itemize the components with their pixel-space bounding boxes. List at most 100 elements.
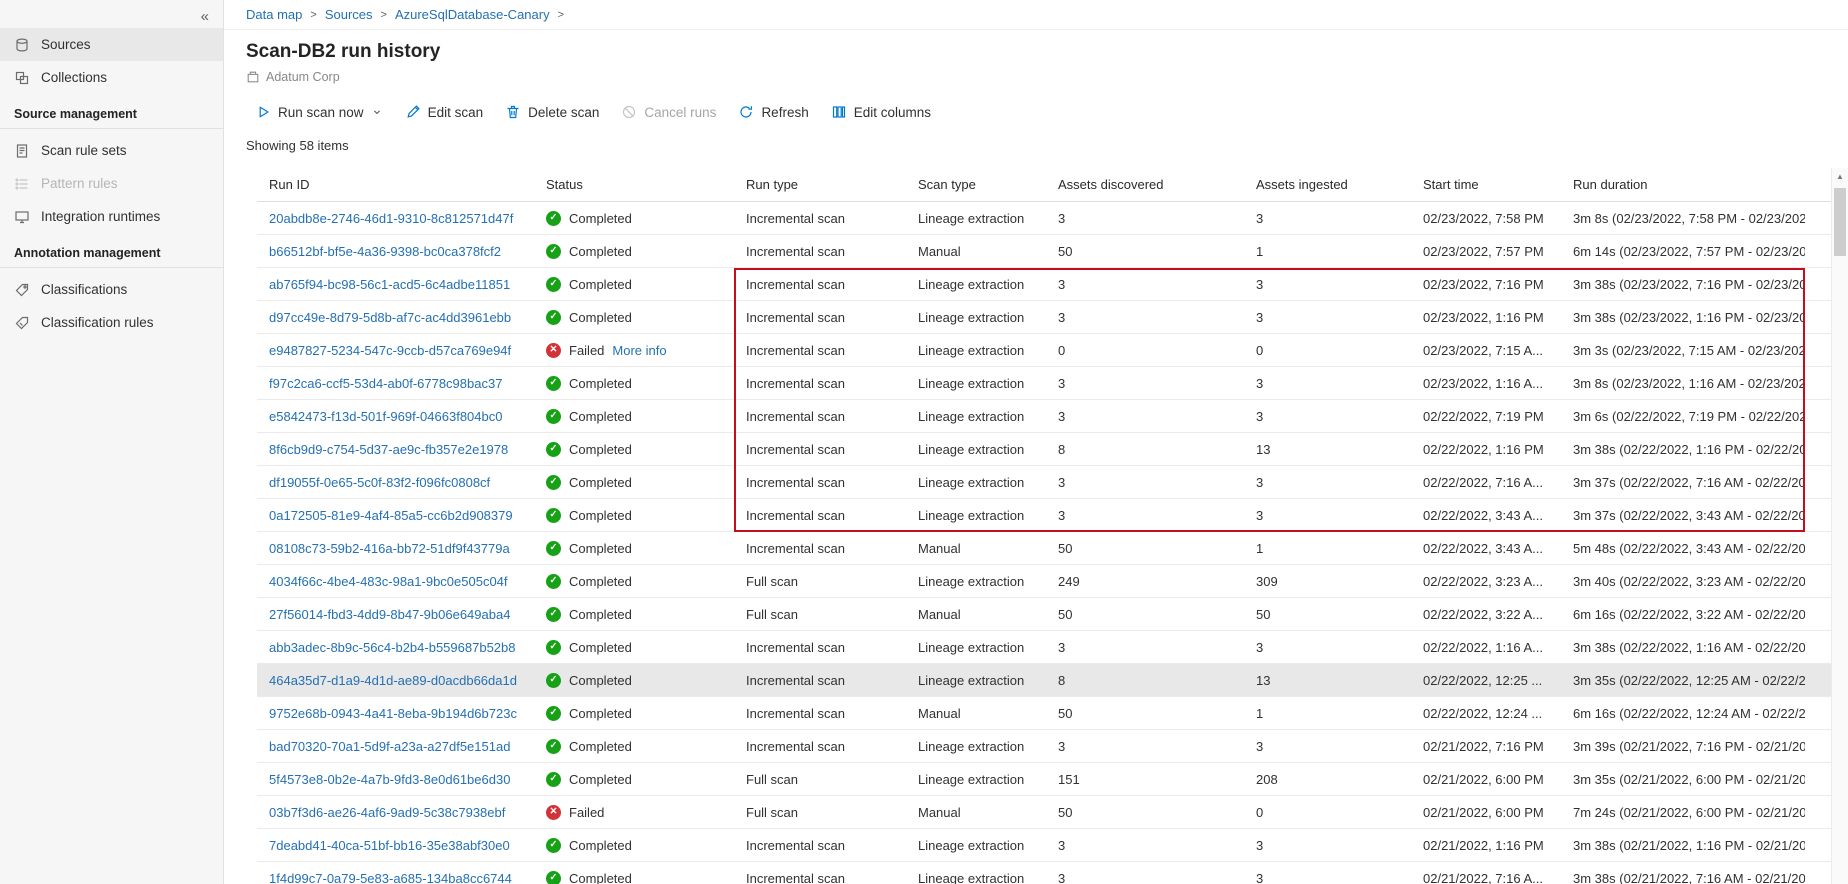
status-label: Completed	[569, 705, 632, 721]
column-header-status[interactable]: Status	[534, 177, 734, 192]
vertical-scrollbar[interactable]: ▲	[1831, 168, 1848, 884]
breadcrumb-link-sources[interactable]: Sources	[325, 7, 373, 22]
run-id-link[interactable]: 7deabd41-40ca-51bf-bb16-35e38abf30e0	[269, 838, 510, 853]
run-id-link[interactable]: 8f6cb9d9-c754-5d37-ae9c-fb357e2e1978	[269, 442, 508, 457]
table-row[interactable]: abb3adec-8b9c-56c4-b2b4-b559687b52b8 ✓ Com…	[257, 631, 1831, 664]
run-id-link[interactable]: f97c2ca6-ccf5-53d4-ab0f-6778c98bac37	[269, 376, 502, 391]
run-id-cell: abb3adec-8b9c-56c4-b2b4-b559687b52b8	[257, 640, 534, 655]
run-id-link[interactable]: 9752e68b-0943-4a41-8eba-9b194d6b723c	[269, 706, 517, 721]
table-row[interactable]: 08108c73-59b2-416a-bb72-51df9f43779a ✓ Com…	[257, 532, 1831, 565]
run-id-link[interactable]: 0a172505-81e9-4af4-85a5-cc6b2d908379	[269, 508, 513, 523]
column-header-run-id[interactable]: Run ID	[257, 177, 534, 192]
column-header-start-time[interactable]: Start time	[1411, 177, 1561, 192]
run-id-link[interactable]: df19055f-0e65-5c0f-83f2-f096fc0808cf	[269, 475, 490, 490]
table-row[interactable]: 7deabd41-40ca-51bf-bb16-35e38abf30e0 ✓ Com…	[257, 829, 1831, 862]
run-id-link[interactable]: 08108c73-59b2-416a-bb72-51df9f43779a	[269, 541, 510, 556]
edit-columns-button[interactable]: Edit columns	[820, 97, 942, 127]
table-row[interactable]: f97c2ca6-ccf5-53d4-ab0f-6778c98bac37 ✓ Com…	[257, 367, 1831, 400]
assets-ingested-cell: 3	[1256, 870, 1264, 884]
table-row[interactable]: 20abdb8e-2746-46d1-9310-8c812571d47f ✓ Com…	[257, 202, 1831, 235]
sidebar-item-classification-rules[interactable]: Classification rules	[0, 306, 223, 339]
more-info-link[interactable]: More info	[612, 343, 666, 358]
table-row[interactable]: 1f4d99c7-0a79-5e83-a685-134ba8cc6744 ✓ Com…	[257, 862, 1831, 884]
table-row[interactable]: bad70320-70a1-5d9f-a23a-a27df5e151ad ✓ Com…	[257, 730, 1831, 763]
run-id-link[interactable]: 03b7f3d6-ae26-4af6-9ad9-5c38c7938ebf	[269, 805, 505, 820]
scan-type-cell: Lineage extraction	[918, 771, 1025, 787]
run-type-cell: Incremental scan	[746, 474, 845, 490]
sidebar-collapse-button[interactable]: «	[197, 4, 213, 28]
run-id-link[interactable]: d97cc49e-8d79-5d8b-af7c-ac4dd3961ebb	[269, 310, 511, 325]
table-row[interactable]: 5f4573e8-0b2e-4a7b-9fd3-8e0d61be6d30 ✓ Com…	[257, 763, 1831, 796]
assets-ingested-cell: 3	[1256, 408, 1264, 424]
run-id-link[interactable]: 5f4573e8-0b2e-4a7b-9fd3-8e0d61be6d30	[269, 772, 510, 787]
run-id-link[interactable]: abb3adec-8b9c-56c4-b2b4-b559687b52b8	[269, 640, 516, 655]
run-id-link[interactable]: 4034f66c-4be4-483c-98a1-9bc0e505c04f	[269, 574, 508, 589]
run-type-cell: Full scan	[746, 804, 799, 820]
status-cell: ✓ Completed	[534, 705, 734, 721]
table-row[interactable]: b66512bf-bf5e-4a36-9398-bc0ca378fcf2 ✓ Com…	[257, 235, 1831, 268]
table-row[interactable]: e9487827-5234-547c-9ccb-d57ca769e94f ✕ Fai…	[257, 334, 1831, 367]
table-row[interactable]: ab765f94-bc98-56c1-acd5-6c4adbe11851 ✓ Com…	[257, 268, 1831, 301]
table-row[interactable]: 8f6cb9d9-c754-5d37-ae9c-fb357e2e1978 ✓ Com…	[257, 433, 1831, 466]
sidebar-section-header-source-management: Source management	[0, 94, 223, 129]
run-type-cell: Incremental scan	[746, 309, 845, 325]
column-header-assets-ingested[interactable]: Assets ingested	[1244, 177, 1411, 192]
run-scan-now-button[interactable]: Run scan now	[244, 97, 394, 127]
table-row[interactable]: e5842473-f13d-501f-969f-04663f804bc0 ✓ Com…	[257, 400, 1831, 433]
table-row[interactable]: 4034f66c-4be4-483c-98a1-9bc0e505c04f ✓ Com…	[257, 565, 1831, 598]
run-duration-cell: 3m 3s (02/23/2022, 7:15 AM - 02/23/2022,…	[1573, 342, 1805, 358]
run-id-link[interactable]: b66512bf-bf5e-4a36-9398-bc0ca378fcf2	[269, 244, 501, 259]
edit-scan-button[interactable]: Edit scan	[394, 97, 495, 127]
table-row[interactable]: 27f56014-fbd3-4dd9-8b47-9b06e649aba4 ✓ Com…	[257, 598, 1831, 631]
sidebar-item-sources[interactable]: Sources	[0, 28, 223, 61]
sidebar-item-label: Integration runtimes	[41, 209, 161, 224]
scan-type-cell: Lineage extraction	[918, 408, 1025, 424]
sidebar-item-classifications[interactable]: Classifications	[0, 273, 223, 306]
status-label: Completed	[569, 408, 632, 424]
assets-discovered-cell: 3	[1058, 474, 1066, 490]
start-time-cell: 02/23/2022, 1:16 A...	[1423, 375, 1543, 391]
run-id-link[interactable]: ab765f94-bc98-56c1-acd5-6c4adbe11851	[269, 277, 510, 292]
scrollbar-up-arrow-icon[interactable]: ▲	[1832, 168, 1848, 184]
assets-discovered-cell: 0	[1058, 342, 1066, 358]
status-cell: ✓ Completed	[534, 771, 734, 787]
sidebar-item-collections[interactable]: Collections	[0, 61, 223, 94]
table-row[interactable]: 464a35d7-d1a9-4d1d-ae89-d0acdb66da1d ✓ Com…	[257, 664, 1831, 697]
table-row[interactable]: 9752e68b-0943-4a41-8eba-9b194d6b723c ✓ Com…	[257, 697, 1831, 730]
run-id-link[interactable]: 20abdb8e-2746-46d1-9310-8c812571d47f	[269, 211, 513, 226]
run-id-link[interactable]: 1f4d99c7-0a79-5e83-a685-134ba8cc6744	[269, 871, 512, 884]
breadcrumb-link-azuresqldatabase-canary[interactable]: AzureSqlDatabase-Canary	[395, 7, 550, 22]
assets-discovered-cell: 3	[1058, 309, 1066, 325]
status-label: Completed	[569, 474, 632, 490]
start-time-cell: 02/22/2022, 7:16 A...	[1423, 474, 1543, 490]
assets-discovered-cell: 50	[1058, 705, 1073, 721]
column-header-run-type[interactable]: Run type	[734, 177, 906, 192]
column-header-scan-type[interactable]: Scan type	[906, 177, 1046, 192]
sidebar-item-scan-rule-sets[interactable]: Scan rule sets	[0, 134, 223, 167]
sidebar-item-label: Classification rules	[41, 315, 154, 330]
column-header-run-duration[interactable]: Run duration	[1561, 177, 1805, 192]
status-failed-icon: ✕	[546, 804, 561, 820]
run-id-link[interactable]: bad70320-70a1-5d9f-a23a-a27df5e151ad	[269, 739, 510, 754]
run-id-cell: 08108c73-59b2-416a-bb72-51df9f43779a	[257, 541, 534, 556]
column-header-assets-discovered[interactable]: Assets discovered	[1046, 177, 1244, 192]
sidebar-item-integration-runtimes[interactable]: Integration runtimes	[0, 200, 223, 233]
table-row[interactable]: df19055f-0e65-5c0f-83f2-f096fc0808cf ✓ Com…	[257, 466, 1831, 499]
scrollbar-thumb[interactable]	[1834, 188, 1846, 256]
refresh-button[interactable]: Refresh	[727, 97, 819, 127]
status-label: Completed	[569, 276, 632, 292]
toolbar-button-label: Delete scan	[528, 104, 600, 120]
status-completed-icon: ✓	[546, 837, 561, 853]
table-row[interactable]: d97cc49e-8d79-5d8b-af7c-ac4dd3961ebb ✓ Com…	[257, 301, 1831, 334]
run-id-link[interactable]: e9487827-5234-547c-9ccb-d57ca769e94f	[269, 343, 511, 358]
delete-scan-button[interactable]: Delete scan	[494, 97, 610, 127]
status-label: Completed	[569, 606, 632, 622]
run-id-link[interactable]: e5842473-f13d-501f-969f-04663f804bc0	[269, 409, 502, 424]
run-id-link[interactable]: 464a35d7-d1a9-4d1d-ae89-d0acdb66da1d	[269, 673, 517, 688]
table-row[interactable]: 03b7f3d6-ae26-4af6-9ad9-5c38c7938ebf ✕ Fai…	[257, 796, 1831, 829]
breadcrumb-link-data-map[interactable]: Data map	[246, 7, 302, 22]
run-id-link[interactable]: 27f56014-fbd3-4dd9-8b47-9b06e649aba4	[269, 607, 510, 622]
run-id-cell: df19055f-0e65-5c0f-83f2-f096fc0808cf	[257, 475, 534, 490]
status-completed-icon: ✓	[546, 474, 561, 490]
table-row[interactable]: 0a172505-81e9-4af4-85a5-cc6b2d908379 ✓ Com…	[257, 499, 1831, 532]
